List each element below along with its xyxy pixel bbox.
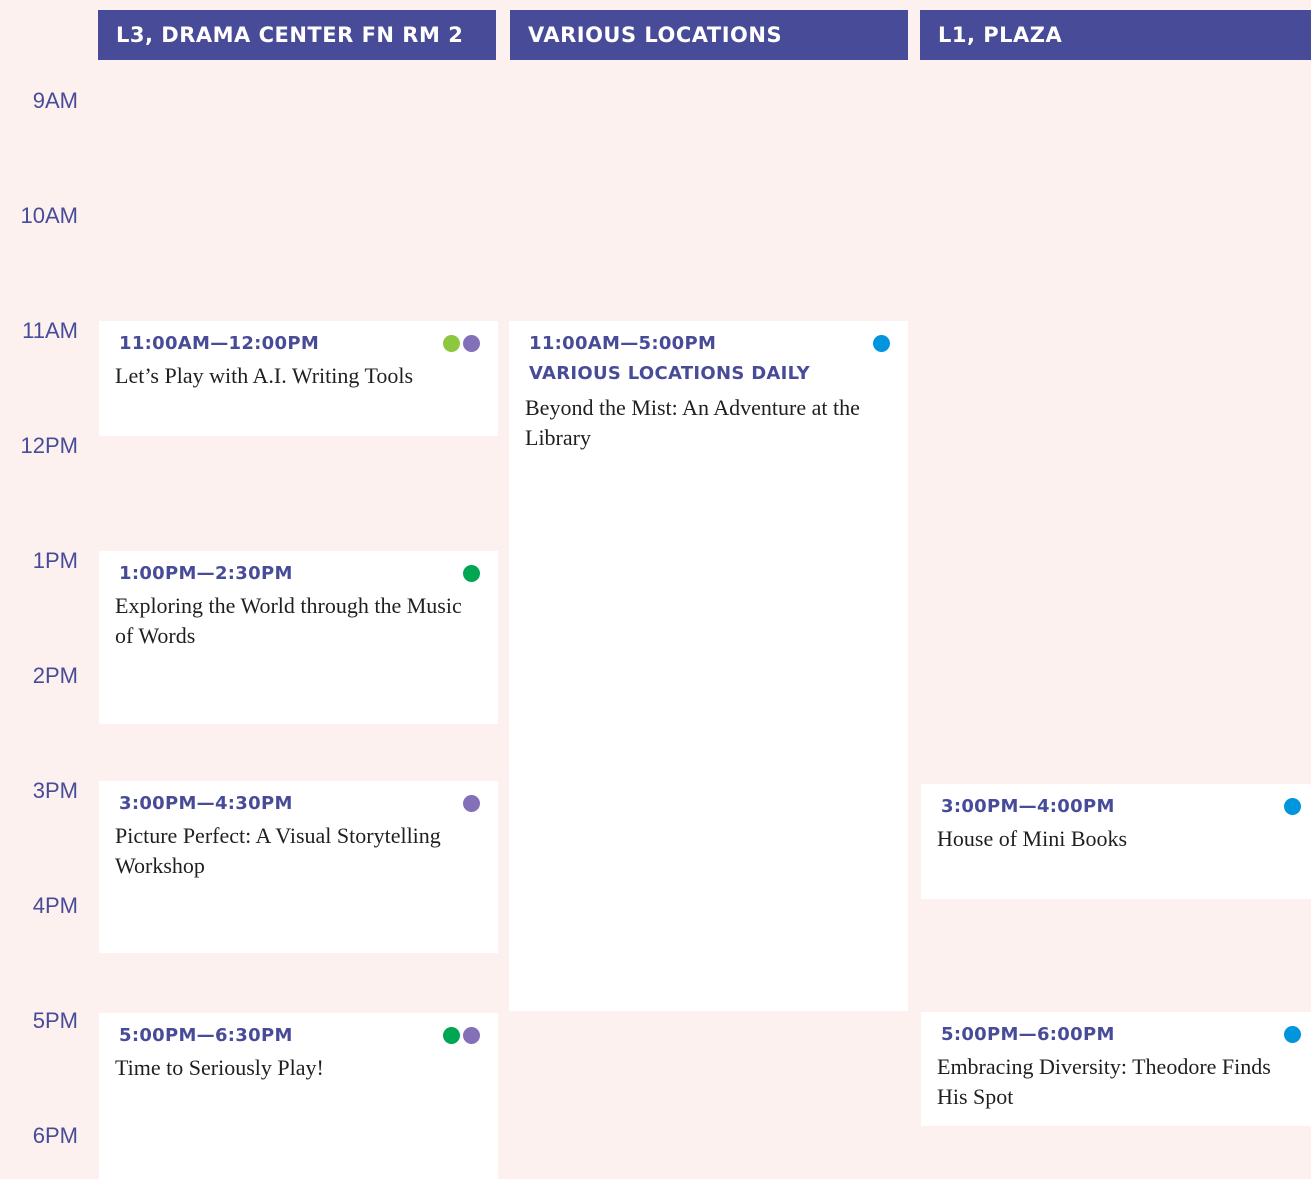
hour-label: 2PM bbox=[32, 663, 78, 688]
event-title: House of Mini Books bbox=[937, 826, 1128, 851]
hour-label: 5PM bbox=[32, 1008, 78, 1033]
purple-dot-icon bbox=[463, 795, 480, 812]
event-time: 1:00PM—2:30PM bbox=[119, 563, 293, 584]
event-card-seriously-play[interactable]: 5:00PM—6:30PM Time to Seriously Play! bbox=[99, 1013, 498, 1179]
purple-dot-icon bbox=[463, 1027, 480, 1044]
hour-label: 10AM bbox=[20, 203, 78, 228]
event-title: Beyond the Mist: An Adventure at the Lib… bbox=[525, 395, 860, 450]
audience-dots bbox=[443, 1027, 480, 1044]
event-card-mini-books[interactable]: 3:00PM—4:00PM House of Mini Books bbox=[921, 784, 1311, 899]
column-header-drama-center: L3, DRAMA CENTER FN RM 2 bbox=[98, 10, 496, 60]
hour-label: 12PM bbox=[20, 433, 78, 458]
column-header-plaza: L1, PLAZA bbox=[920, 10, 1311, 60]
audience-dots bbox=[1284, 798, 1301, 815]
event-time: 3:00PM—4:30PM bbox=[119, 793, 293, 814]
event-time: 5:00PM—6:30PM bbox=[119, 1025, 293, 1046]
event-time: 11:00AM—5:00PM bbox=[529, 333, 717, 354]
audience-dots bbox=[463, 795, 480, 812]
event-time: 3:00PM—4:00PM bbox=[941, 796, 1115, 817]
blue-dot-icon bbox=[873, 335, 890, 352]
column-header-various-locations: VARIOUS LOCATIONS bbox=[510, 10, 908, 60]
green-dot-icon bbox=[463, 565, 480, 582]
event-title: Embracing Diversity: Theodore Finds His … bbox=[937, 1054, 1271, 1109]
hour-label: 9AM bbox=[32, 88, 78, 113]
event-title: Time to Seriously Play! bbox=[115, 1055, 324, 1080]
purple-dot-icon bbox=[463, 335, 480, 352]
hour-label: 3PM bbox=[32, 778, 78, 803]
event-title: Exploring the World through the Music of… bbox=[115, 593, 462, 648]
event-location-note: VARIOUS LOCATIONS DAILY bbox=[529, 363, 810, 384]
audience-dots bbox=[873, 335, 890, 352]
event-card-ai-writing-tools[interactable]: 11:00AM—12:00PM Let’s Play with A.I. Wri… bbox=[99, 321, 498, 436]
event-card-music-of-words[interactable]: 1:00PM—2:30PM Exploring the World throug… bbox=[99, 551, 498, 724]
green-dot-icon bbox=[443, 1027, 460, 1044]
event-time: 5:00PM—6:00PM bbox=[941, 1024, 1115, 1045]
blue-dot-icon bbox=[1284, 1026, 1301, 1043]
event-card-beyond-the-mist[interactable]: 11:00AM—5:00PM VARIOUS LOCATIONS DAILY B… bbox=[509, 321, 908, 1011]
audience-dots bbox=[1284, 1026, 1301, 1043]
event-title: Let’s Play with A.I. Writing Tools bbox=[115, 363, 414, 388]
event-card-embracing-diversity[interactable]: 5:00PM—6:00PM Embracing Diversity: Theod… bbox=[921, 1012, 1311, 1126]
event-title: Picture Perfect: A Visual Storytelling W… bbox=[115, 823, 441, 878]
event-card-picture-perfect[interactable]: 3:00PM—4:30PM Picture Perfect: A Visual … bbox=[99, 781, 498, 953]
hour-label: 1PM bbox=[32, 548, 78, 573]
audience-dots bbox=[463, 565, 480, 582]
lime-dot-icon bbox=[443, 335, 460, 352]
event-time: 11:00AM—12:00PM bbox=[119, 333, 320, 354]
hour-label: 4PM bbox=[32, 893, 78, 918]
audience-dots bbox=[443, 335, 480, 352]
blue-dot-icon bbox=[1284, 798, 1301, 815]
hour-label: 6PM bbox=[32, 1123, 78, 1148]
hour-label: 11AM bbox=[22, 318, 78, 343]
